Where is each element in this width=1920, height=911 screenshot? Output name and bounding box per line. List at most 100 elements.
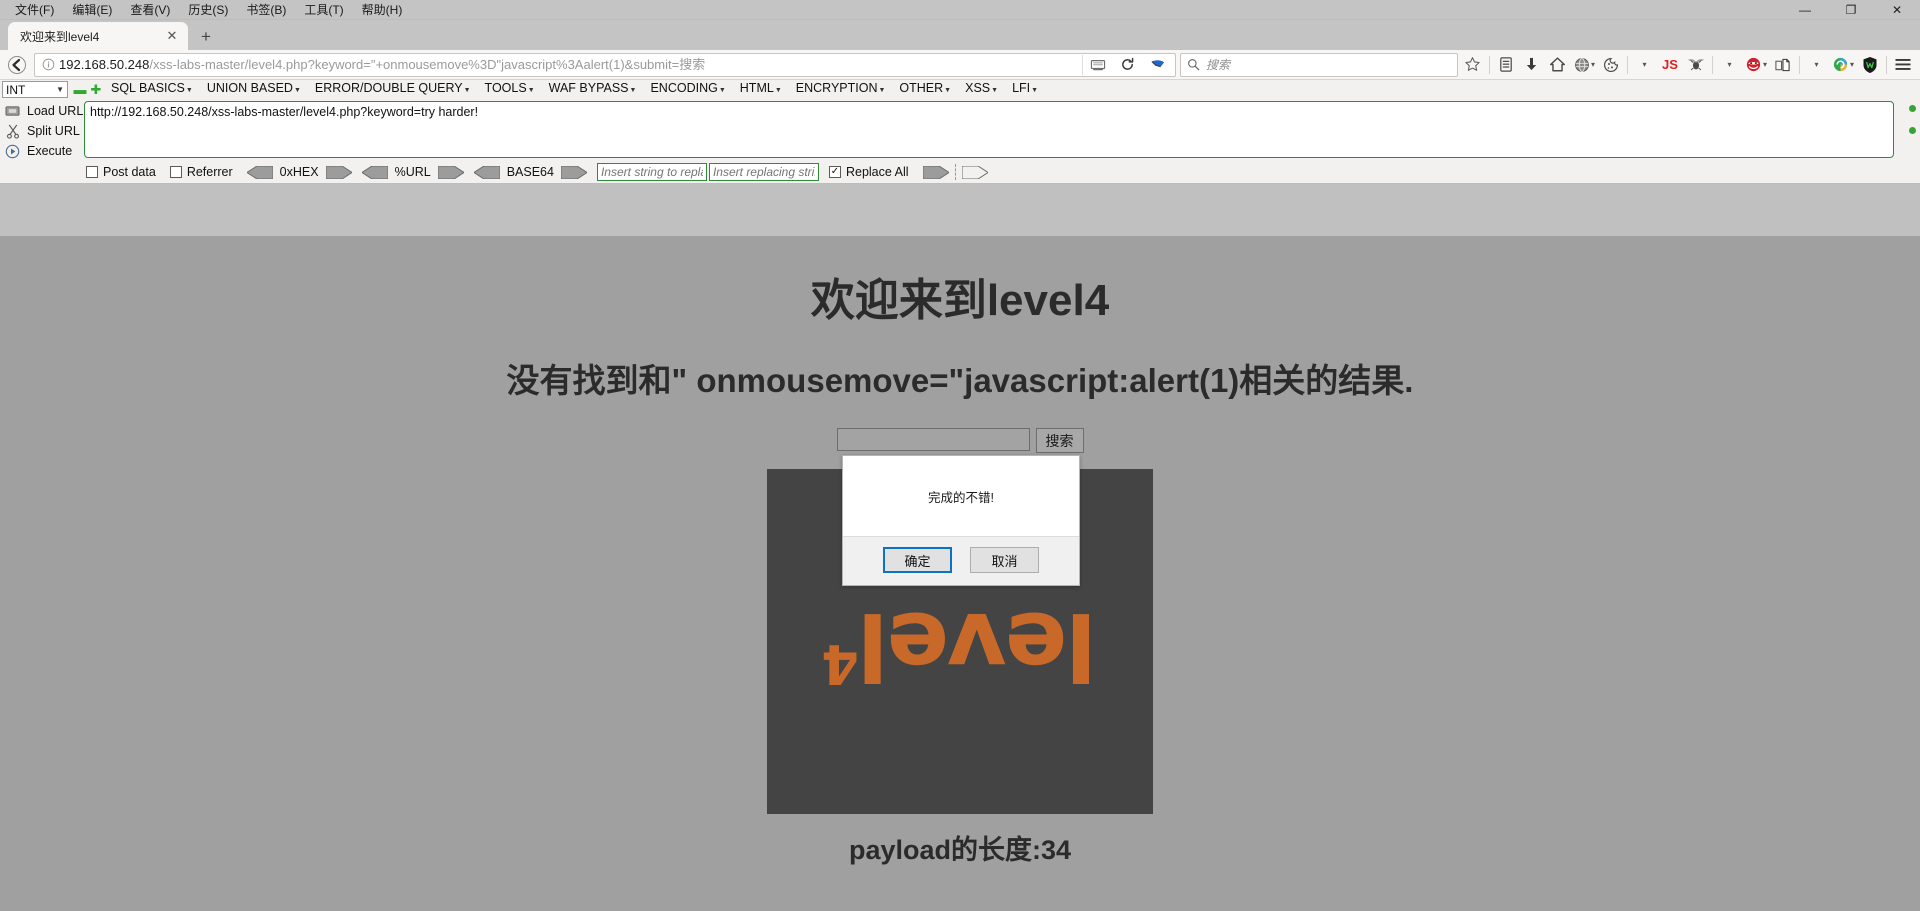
base64-encode-arrow-icon[interactable] [560,165,587,179]
bug-icon[interactable] [1683,52,1709,78]
reload-icon[interactable] [1113,54,1143,76]
menu-bookmarks[interactable]: 书签(B) [237,2,295,18]
load-url-icon [4,103,21,120]
chevron-down-icon[interactable]: ▾ [1591,60,1595,69]
checkbox-box [169,166,182,178]
hackbar-menu-html[interactable]: HTML▼ [733,80,789,99]
dialog-cancel-button[interactable]: 取消 [970,547,1039,573]
search-form: 搜索 [0,428,1920,453]
split-url-label: Split URL [27,124,80,138]
url-text[interactable]: 192.168.50.248/xss-labs-master/level4.ph… [59,55,1082,75]
js-toggle-icon[interactable]: JS [1657,52,1683,78]
hex-decode-arrow-icon[interactable] [246,165,273,179]
level-logo-text: level4 [767,592,1153,699]
hackbar-menu-union-based[interactable]: UNION BASED▼ [200,80,308,99]
post-data-label: Post data [103,165,156,179]
globe-icon[interactable]: ▾ [1571,52,1598,78]
tab-close-icon[interactable]: ✕ [164,28,180,44]
split-url-button[interactable]: Split URL [4,121,84,141]
pocket-icon[interactable] [1143,54,1173,76]
hackbar-type-select[interactable]: INT ▼ [2,81,68,98]
menu-bar: 文件(F) 编辑(E) 查看(V) 历史(S) 书签(B) 工具(T) 帮助(H… [0,2,411,18]
hex-encode-arrow-icon[interactable] [325,165,352,179]
replace-all-checkbox[interactable]: ✓ Replace All [828,165,909,179]
hackbar-menu-other[interactable]: OTHER▼ [892,80,958,99]
hackbar-actions: Load URL Split URL Execute [0,101,84,161]
maximize-button[interactable]: ❐ [1828,0,1874,20]
menu-history[interactable]: 历史(S) [179,2,237,18]
split-url-icon [4,123,21,140]
page-source-chevron-icon[interactable]: ▾ [1803,52,1829,78]
replace-from-input[interactable] [596,163,707,181]
hackbar-menu-xss[interactable]: XSS▼ [958,80,1005,99]
tab-strip: 欢迎来到level4 ✕ + [0,20,1920,50]
close-button[interactable]: ✕ [1874,0,1920,20]
tab-title: 欢迎来到level4 [20,29,100,44]
toolbar-divider-4 [1798,55,1800,74]
url-bar-actions [1081,54,1173,76]
hackbar-menu-encryption[interactable]: ENCRYPTION▼ [789,80,893,99]
url-encode-group: %URL [361,165,464,179]
hackbar-remove-button[interactable]: ▬ [72,82,88,98]
back-icon[interactable] [4,52,30,78]
hackbar-panel: INT ▼ ▬ ✚ SQL BASICS▼ UNION BASED▼ ERROR… [0,80,1920,184]
tab-active[interactable]: 欢迎来到level4 ✕ [8,22,188,50]
downloads-icon[interactable] [1519,52,1545,78]
proxy-icon[interactable]: ▾ [1829,52,1857,78]
menu-file[interactable]: 文件(F) [6,2,63,18]
search-bar[interactable]: 搜索 [1179,52,1458,77]
keyword-input[interactable] [836,428,1030,451]
search-submit-button[interactable]: 搜索 [1035,428,1084,453]
menu-label: ERROR/DOUBLE QUERY [314,81,463,95]
referrer-checkbox[interactable]: Referrer [169,165,233,179]
javascript-alert-dialog: 完成的不错! 确定 取消 [842,455,1080,586]
hackbar-menu-sql-basics[interactable]: SQL BASICS▼ [104,80,200,99]
load-url-button[interactable]: Load URL [4,101,84,121]
menu-label: SQL BASICS [111,81,185,95]
site-info-icon[interactable] [37,55,59,75]
hackbar-icon[interactable]: ▾ [1742,52,1770,78]
replace-extra-arrow-icon[interactable] [961,165,988,179]
overflow-chevron-icon[interactable]: ▾ [1631,52,1657,78]
page-title: 欢迎来到level4 [810,276,1110,325]
toolbar-icons: ▾ ▾ JS ▾ ▾ ▾ ▾ [1460,52,1916,78]
bookmark-star-icon[interactable] [1460,52,1486,78]
load-url-label: Load URL [27,104,84,118]
new-tab-button[interactable]: + [192,24,220,50]
hex-label: 0xHEX [279,165,319,179]
url-decode-arrow-icon[interactable] [361,165,388,179]
wappalyzer-icon[interactable] [1857,52,1883,78]
url-bar[interactable]: 192.168.50.248/xss-labs-master/level4.ph… [34,52,1176,77]
hackbar-add-button[interactable]: ✚ [88,82,104,98]
replace-to-input[interactable] [708,163,819,181]
chevron-down-icon: ▼ [56,85,64,94]
home-icon[interactable] [1545,52,1571,78]
replace-apply-arrow-icon[interactable] [922,165,949,179]
menu-help[interactable]: 帮助(H) [353,2,412,18]
execute-button[interactable]: Execute [4,141,84,161]
hackbar-status-dots [1904,101,1920,161]
url-encode-arrow-icon[interactable] [437,165,464,179]
minimize-button[interactable]: — [1782,0,1828,20]
hackbar-menu-error-query[interactable]: ERROR/DOUBLE QUERY▼ [308,80,478,99]
dialog-ok-button[interactable]: 确定 [883,547,952,573]
hackbar-menu-encoding[interactable]: ENCODING▼ [643,80,732,99]
hackbar-menu-waf-bypass[interactable]: WAF BYPASS▼ [542,80,644,99]
menu-label: OTHER [899,81,944,95]
proxy-chevron-icon[interactable]: ▾ [1850,60,1854,69]
page-source-icon[interactable] [1770,52,1796,78]
hackbar-url-textarea[interactable] [84,101,1894,158]
cookie-icon[interactable] [1598,52,1624,78]
hackbar-menu-tools[interactable]: TOOLS▼ [478,80,542,99]
menu-icon[interactable] [1890,52,1916,78]
bug-dropdown-icon[interactable]: ▾ [1716,52,1742,78]
hackbar-menu-lfi[interactable]: LFI▼ [1005,80,1045,99]
hackbar-chevron-icon[interactable]: ▾ [1763,60,1767,69]
menu-tools[interactable]: 工具(T) [295,2,352,18]
reader-view-icon[interactable] [1083,54,1113,76]
base64-decode-arrow-icon[interactable] [473,165,500,179]
library-icon[interactable] [1493,52,1519,78]
post-data-checkbox[interactable]: Post data [86,165,156,179]
menu-edit[interactable]: 编辑(E) [63,2,121,18]
menu-view[interactable]: 查看(V) [121,2,179,18]
